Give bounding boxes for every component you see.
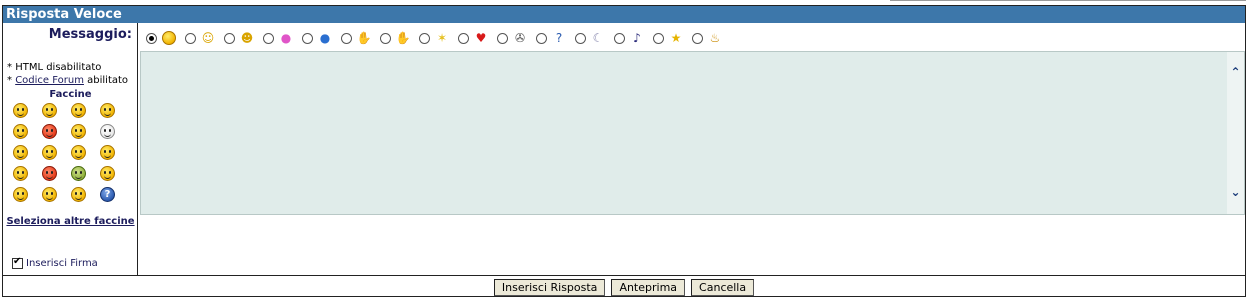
message-icon-option[interactable]: ● [263,30,294,46]
thumbs-down-icon: ✋ [356,31,372,45]
forum-code-status: abilitato [87,75,129,86]
message-icon-radio[interactable] [692,32,703,44]
html-status-line: * HTML disabilitato [7,61,128,74]
moon-icon: ☾ [592,31,604,45]
message-icon-option[interactable]: ✋ [341,30,372,46]
sick-icon[interactable] [71,166,86,181]
angry-icon[interactable] [42,166,57,181]
heart-icon: ♥ [475,31,487,45]
html-status: HTML disabilitato [15,62,102,73]
smiley-icon [161,30,177,46]
message-icon-option[interactable]: ★ [653,30,684,46]
surprised-pink-icon: ● [280,31,292,45]
message-icon-radio[interactable] [458,32,469,44]
gear-icon: ✇ [514,31,526,45]
forum-bullet: * [7,75,16,86]
surprised-icon[interactable] [13,187,28,202]
panel-title: Risposta Veloce [3,6,1245,23]
signature-checkbox[interactable] [12,256,23,269]
message-icon-option[interactable]: ✋ [380,30,411,46]
message-icon-radio[interactable] [146,32,157,44]
smileys-grid: ? [13,103,129,208]
blush-icon[interactable] [100,103,115,118]
smile-icon[interactable] [13,103,28,118]
music-note-icon: ♪ [633,31,641,45]
message-icon-radio[interactable] [575,32,586,44]
cool-sunglasses-icon[interactable] [71,103,86,118]
message-icon-option[interactable]: ♨ [692,30,723,46]
angry-devil-icon[interactable] [42,124,57,139]
star-icon: ★ [670,31,682,45]
button-divider [3,275,1245,276]
formatting-info: * HTML disabilitato * Codice Forum abili… [7,61,128,87]
message-icon-option[interactable]: ✶ [419,30,450,46]
message-icon-option[interactable]: ☻ [224,30,255,46]
sleepy-icon[interactable] [100,166,115,181]
frown-icon[interactable] [71,145,86,160]
shocked-icon[interactable] [13,166,28,181]
textarea-scrollbar[interactable]: ⌃ ⌄ [1227,52,1244,214]
quick-reply-panel: Risposta Veloce Messaggio: * HTML disabi… [2,5,1246,297]
message-icon-radio[interactable] [497,32,508,44]
help-icon: ? [555,31,563,45]
message-icon-radio[interactable] [341,32,352,44]
thumbs-up-icon: ✋ [395,31,411,45]
message-icon-option[interactable]: ☺ [185,30,216,46]
more-smileys-link[interactable]: Seleziona altre faccine [3,216,138,228]
preview-button[interactable]: Anteprima [611,279,686,296]
message-icon-option[interactable]: ☾ [575,30,606,46]
confused-icon[interactable] [13,145,28,160]
neutral-icon[interactable] [42,187,57,202]
submit-reply-button[interactable]: Inserisci Risposta [493,279,606,296]
html-bullet: * [7,62,16,73]
smiley-icon: ☺ [201,31,215,45]
question-icon[interactable]: ? [100,187,115,202]
message-icon-radio[interactable] [380,32,391,44]
top-divider [890,0,1246,1]
message-icon-option[interactable] [146,30,177,46]
forum-code-link[interactable]: Codice Forum [15,75,84,86]
tongue-out-icon[interactable] [13,124,28,139]
message-icon-radio[interactable] [263,32,274,44]
big-grin-icon: ☻ [240,31,254,45]
sad-icon[interactable] [42,145,57,160]
message-icon-radio[interactable] [419,32,430,44]
cake-icon: ♨ [709,31,721,45]
message-label: Messaggio: [48,27,132,42]
message-icon-radio[interactable] [536,32,547,44]
smileys-title: Faccine [49,89,92,100]
kiss-icon[interactable] [71,187,86,202]
message-icon-option[interactable]: ● [302,30,333,46]
forum-code-line: * Codice Forum abilitato [7,74,128,87]
clown-icon[interactable] [100,124,115,139]
embarrassed-icon[interactable] [100,145,115,160]
sad-blue-icon: ● [319,31,331,45]
signature-option[interactable]: Inserisci Firma [12,256,98,269]
signature-label: Inserisci Firma [26,258,98,269]
cancel-button[interactable]: Cancella [691,279,755,296]
message-icon-radio[interactable] [185,32,196,44]
message-icon-option[interactable]: ✇ [497,30,528,46]
message-icon-option[interactable]: ♥ [458,30,489,46]
left-column: Messaggio: * HTML disabilitato * Codice … [3,23,138,275]
message-icon-selector: ☺ ☻ ● ● ✋ ✋ ✶ ♥ ✇? ☾ ♪ ★ ♨ [146,28,731,48]
big-grin-icon[interactable] [42,103,57,118]
lightbulb-icon: ✶ [436,31,448,45]
action-buttons: Inserisci Risposta Anteprima Cancella [3,279,1245,296]
message-textarea[interactable]: ⌃ ⌄ [140,51,1245,215]
message-icon-radio[interactable] [614,32,625,44]
message-icon-radio[interactable] [653,32,664,44]
wink-icon[interactable] [71,124,86,139]
message-icon-option[interactable]: ♪ [614,30,645,46]
message-icon-radio[interactable] [302,32,313,44]
scroll-up-arrow-icon[interactable]: ⌃ [1229,66,1242,79]
message-icon-option[interactable]: ? [536,30,567,46]
scroll-down-arrow-icon[interactable]: ⌄ [1229,186,1242,199]
message-icon-radio[interactable] [224,32,235,44]
